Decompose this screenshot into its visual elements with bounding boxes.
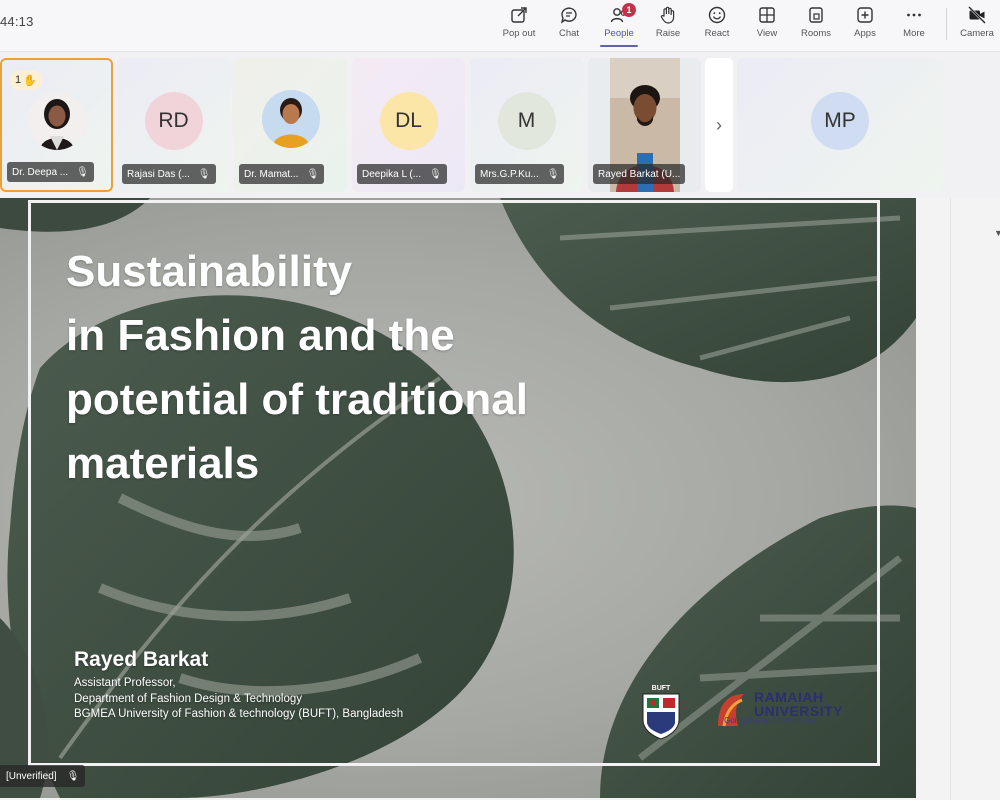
raise-hand-icon <box>660 6 675 24</box>
participant-name: Rayed Barkat (U... <box>598 168 681 180</box>
slide-title-line: Sustainability <box>66 247 353 296</box>
participant-name-tag: Dr. Deepa ... 🎙 <box>7 162 94 182</box>
participant-tile-dr-deepa[interactable]: 1 ✋ Dr. Deepa ... 🎙 <box>0 58 113 192</box>
next-participants-button[interactable]: › <box>705 58 733 192</box>
view-button[interactable]: View <box>744 2 790 48</box>
react-icon <box>708 6 726 24</box>
pane-divider <box>950 198 951 800</box>
slide-title-line: materials <box>66 439 260 488</box>
raised-hand-icon: ✋ <box>23 74 37 87</box>
apps-button[interactable]: Apps <box>842 2 888 48</box>
mic-off-icon: 🎙 <box>76 166 89 178</box>
mic-icon: 🎙 <box>66 770 80 782</box>
rooms-button[interactable]: Rooms <box>793 2 839 48</box>
participant-name: Rajasi Das (... <box>127 168 190 180</box>
raise-label: Raise <box>655 28 681 39</box>
slide-presenter-line: BGMEA University of Fashion & technology… <box>74 708 404 720</box>
presenter-tag-name: [Unverified] <box>6 770 57 782</box>
more-icon <box>907 13 921 17</box>
rooms-icon <box>809 7 823 23</box>
ramaiah-name-line: RAMAIAH <box>754 689 824 705</box>
chat-label: Chat <box>558 28 580 39</box>
meeting-toolbar: 44:13 Pop out Chat 1 People Raise React … <box>0 0 1000 52</box>
participant-tile-rayed-barkat[interactable]: Rayed Barkat (U... <box>588 58 701 192</box>
people-label: People <box>604 28 634 39</box>
meeting-timer: 44:13 <box>0 14 34 29</box>
avatar-initials: M <box>517 109 536 132</box>
more-label: More <box>903 28 925 39</box>
apps-icon <box>857 7 873 23</box>
people-badge: 1 <box>622 3 636 17</box>
participant-name: Dr. Mamat... <box>244 168 299 180</box>
participant-tile-dr-mamata[interactable]: Dr. Mamat... 🎙 <box>234 58 347 192</box>
pop-out-icon <box>511 7 527 23</box>
collapse-caret-icon[interactable]: ▼ <box>994 228 1000 238</box>
participant-strip: 1 ✋ Dr. Deepa ... 🎙 RD Rajasi Das (... 🎙 <box>0 52 1000 198</box>
teams-meeting-window: 44:13 Pop out Chat 1 People Raise React … <box>0 0 1000 800</box>
participant-tile-mp[interactable]: MP <box>737 58 943 192</box>
raised-hand-count: 1 <box>15 74 22 86</box>
ramaiah-university-logo: RAMAIAH UNIVERSITY Going Beyond Excellen… <box>714 690 864 734</box>
raised-hand-indicator: 1 ✋ <box>10 70 42 90</box>
more-button[interactable]: More <box>891 2 937 48</box>
participant-name-tag: Deepika L (... 🎙 <box>357 164 447 184</box>
participant-name: Mrs.G.P.Ku... <box>480 168 539 180</box>
avatar-initials: MP <box>824 109 856 132</box>
pop-out-label: Pop out <box>502 28 536 39</box>
presentation-slide: Sustainability in Fashion and the potent… <box>0 198 916 798</box>
participant-tile-rajasi-das[interactable]: RD Rajasi Das (... 🎙 <box>117 58 230 192</box>
camera-label: Camera <box>960 28 994 39</box>
slide-presenter-name: Rayed Barkat <box>74 648 209 671</box>
avatar: MP <box>811 92 869 150</box>
mic-off-icon: 🎙 <box>429 168 442 180</box>
participant-tile-deepika[interactable]: DL Deepika L (... 🎙 <box>352 58 465 192</box>
participant-name: Deepika L (... <box>362 168 422 180</box>
pop-out-button[interactable]: Pop out <box>496 2 542 48</box>
participant-photo <box>261 90 320 148</box>
slide-presenter-line: Department of Fashion Design & Technolog… <box>74 692 303 705</box>
apps-label: Apps <box>854 28 876 39</box>
presenter-name-tag: [Unverified] 🎙 <box>0 765 86 787</box>
participant-photo <box>27 92 86 150</box>
view-icon <box>759 7 775 23</box>
slide-presenter-info: Rayed Barkat Assistant Professor, Depart… <box>74 648 403 723</box>
view-label: View <box>756 28 778 39</box>
mic-off-icon: 🎙 <box>197 168 211 180</box>
slide-presenter-line: Assistant Professor, <box>74 677 176 689</box>
chat-icon <box>560 7 577 24</box>
toolbar-divider <box>946 8 947 40</box>
participant-name-tag: Dr. Mamat... 🎙 <box>239 164 325 184</box>
buft-logo-text: BUFT <box>652 685 671 692</box>
avatar: M <box>497 92 556 150</box>
camera-off-icon <box>968 6 986 24</box>
rooms-label: Rooms <box>800 28 832 39</box>
chevron-right-icon: › <box>716 114 722 135</box>
buft-logo: BUFT <box>633 682 689 742</box>
avatar: RD <box>144 92 203 150</box>
participant-name-tag: Mrs.G.P.Ku... 🎙 <box>475 164 565 184</box>
right-side-pane: ▼ <box>916 198 1000 800</box>
avatar-initials: DL <box>395 109 422 132</box>
people-button[interactable]: 1 People <box>596 2 642 48</box>
ramaiah-name: RAMAIAH UNIVERSITY <box>754 690 843 718</box>
avatar: DL <box>379 92 438 150</box>
mic-off-icon: 🎙 <box>546 168 560 180</box>
avatar-initials: RD <box>158 109 189 132</box>
camera-button[interactable]: Camera <box>954 2 1000 48</box>
participant-name: Dr. Deepa ... <box>12 166 69 178</box>
participant-name-tag: Rajasi Das (... 🎙 <box>122 164 216 184</box>
slide-title-line: in Fashion and the <box>66 311 455 360</box>
shared-screen: Sustainability in Fashion and the potent… <box>0 198 916 798</box>
participant-name-tag: Rayed Barkat (U... <box>593 164 686 184</box>
mic-off-icon: 🎙 <box>306 168 320 180</box>
raise-hand-button[interactable]: Raise <box>645 2 691 48</box>
chat-button[interactable]: Chat <box>546 2 592 48</box>
ramaiah-tagline: Going Beyond Excellence <box>724 716 816 725</box>
react-button[interactable]: React <box>694 2 740 48</box>
slide-title-line: potential of traditional <box>66 375 528 424</box>
react-label: React <box>704 28 730 39</box>
participant-tile-mrs-gp[interactable]: M Mrs.G.P.Ku... 🎙 <box>470 58 583 192</box>
slide-title: Sustainability in Fashion and the potent… <box>66 240 586 496</box>
